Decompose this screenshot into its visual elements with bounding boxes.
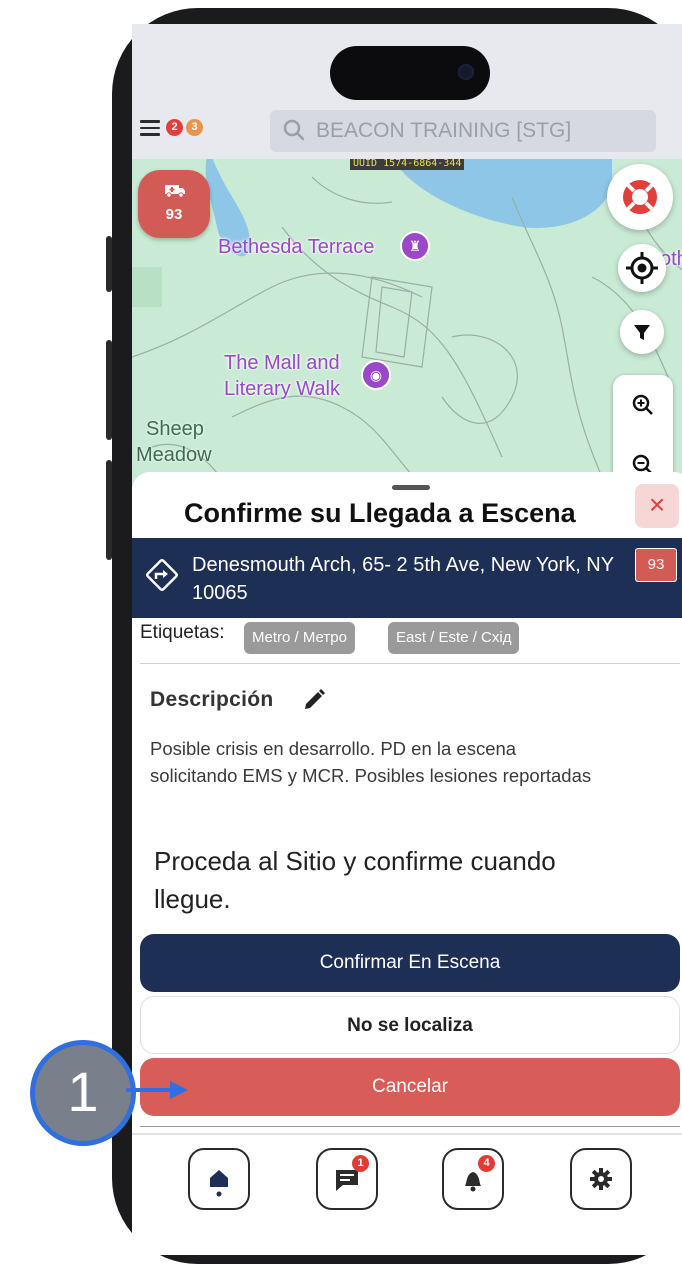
phone-side-button: [106, 236, 112, 292]
gear-icon: [590, 1168, 612, 1190]
lifebuoy-icon: [623, 180, 657, 214]
instruction-text: Proceda al Sitio y confirme cuando llegu…: [154, 846, 556, 914]
nav-settings-button[interactable]: [570, 1148, 632, 1210]
tag-chip: East / Este / Схід: [388, 622, 520, 654]
cancel-button[interactable]: Cancelar: [140, 1058, 680, 1116]
unit-count: 93: [165, 206, 183, 223]
address-text: Denesmouth Arch, 65- 2 5th Ave, New York…: [192, 554, 614, 604]
map-view[interactable]: [132, 157, 682, 497]
divider: [140, 1126, 680, 1127]
map-label-bethesda: Bethesda Terrace: [218, 236, 375, 258]
search-icon: [282, 110, 306, 167]
arrow-right-icon: [124, 1078, 190, 1107]
map-label-mall-line2: Literary Walk: [224, 378, 340, 400]
tags-label: Etiquetas:: [140, 622, 225, 643]
nav-home-button[interactable]: [188, 1148, 250, 1210]
lifebuoy-button[interactable]: [607, 164, 673, 230]
camera-pin-icon[interactable]: ◉: [361, 360, 391, 390]
edit-pencil-icon[interactable]: [300, 686, 328, 719]
search-bar[interactable]: BEACON TRAINING [STG]: [270, 110, 656, 152]
description-heading: Descripción: [150, 688, 274, 711]
map-label-sheep-line1: Sheep: [146, 418, 204, 440]
phone-side-button: [106, 460, 112, 560]
close-button[interactable]: ×: [635, 484, 679, 528]
nav-alerts-button[interactable]: [442, 1148, 504, 1210]
address-unit-badge: 93: [635, 548, 677, 582]
menu-badge-red: 2: [166, 119, 183, 136]
tag-chip: Metro / Метро: [244, 622, 355, 654]
sheet-drag-handle[interactable]: [392, 485, 430, 490]
divider: [140, 663, 680, 664]
messages-badge: 1: [352, 1155, 369, 1172]
phone-side-button: [106, 340, 112, 440]
sheet-title: Confirme su Llegada a Escena: [184, 498, 576, 528]
landmark-pin-icon[interactable]: ♜: [400, 231, 430, 261]
menu-badge-orange: 3: [186, 119, 203, 136]
ambulance-icon: [165, 185, 185, 198]
unit-count-badge[interactable]: 93: [138, 170, 210, 238]
alerts-badge: 4: [478, 1155, 495, 1172]
directions-icon[interactable]: [143, 556, 181, 599]
map-label-sheep-line2: Meadow: [136, 444, 212, 466]
filter-button[interactable]: [620, 310, 664, 354]
map-label-mall-line1: The Mall and: [224, 352, 340, 374]
crosshair-icon: [626, 252, 658, 284]
dynamic-island: [330, 46, 490, 100]
hamburger-menu-icon[interactable]: [140, 120, 160, 136]
step-callout: 1: [30, 1040, 136, 1146]
home-icon: [210, 1170, 228, 1197]
search-placeholder: BEACON TRAINING [STG]: [316, 119, 572, 142]
filter-icon: [634, 325, 650, 340]
locate-me-button[interactable]: [618, 244, 666, 292]
confirm-on-scene-button[interactable]: Confirmar En Escena: [140, 934, 680, 992]
nav-messages-button[interactable]: [316, 1148, 378, 1210]
description-text: Posible crisis en desarrollo. PD en la e…: [150, 738, 592, 786]
not-found-button[interactable]: No se localiza: [140, 996, 680, 1054]
zoom-in-icon[interactable]: [631, 393, 655, 417]
